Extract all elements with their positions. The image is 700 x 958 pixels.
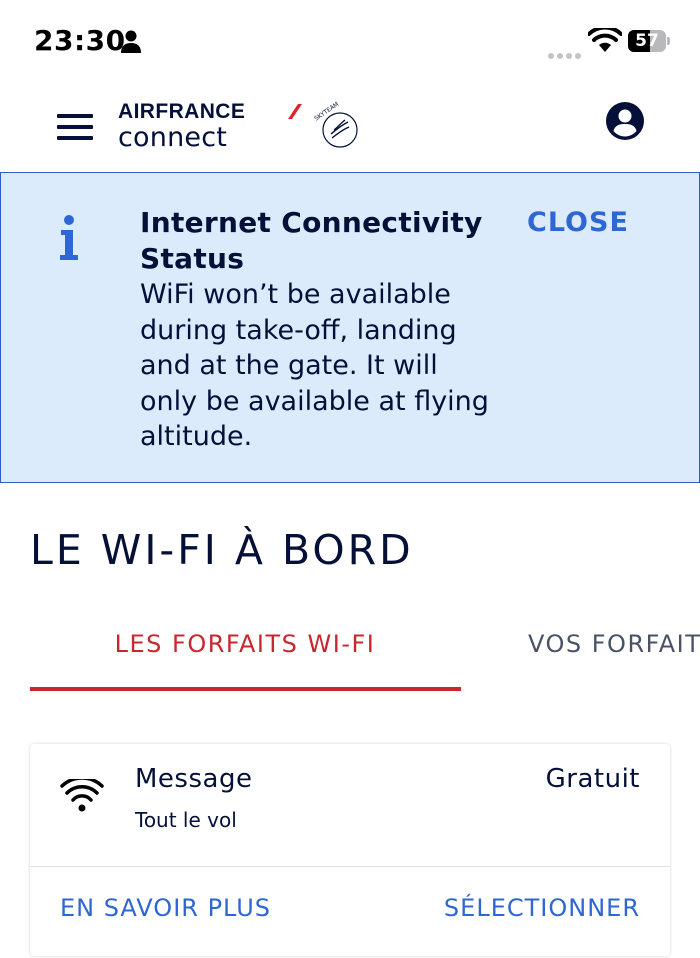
skyteam-logo: SKYTEAM xyxy=(313,101,358,148)
close-button[interactable]: CLOSE xyxy=(527,207,629,238)
banner-message: WiFi won’t be available during take-off,… xyxy=(140,279,489,452)
select-button[interactable]: SÉLECTIONNER xyxy=(444,894,640,922)
airfrance-connect-logo: AIRFRANCE connect xyxy=(118,100,302,153)
connectivity-status-banner: Internet Connectivity Status WiFi won’t … xyxy=(0,172,700,483)
wifi-icon xyxy=(60,779,104,812)
offer-duration: Tout le vol xyxy=(135,808,237,832)
person-icon xyxy=(121,30,141,53)
active-tab-indicator xyxy=(30,687,461,691)
brand-airfrance: AIRFRANCE xyxy=(118,100,246,123)
airfrance-slash-icon xyxy=(288,104,302,119)
offer-card: Message Tout le vol Gratuit EN SAVOIR PL… xyxy=(30,744,670,956)
app-header: AIRFRANCE connect SKYTEAM xyxy=(0,80,700,172)
banner-title: Internet Connectivity Status xyxy=(140,206,483,275)
tab-your-plans[interactable]: VOS FORFAITS xyxy=(528,622,700,688)
tab-wifi-plans[interactable]: LES FORFAITS WI-FI xyxy=(30,622,460,688)
battery-icon: 57 xyxy=(628,30,672,54)
status-bar: 23:30 57 xyxy=(0,0,700,80)
account-icon[interactable] xyxy=(605,101,645,141)
battery-percentage: 57 xyxy=(635,31,659,51)
brand-connect: connect xyxy=(118,122,228,153)
signal-icon xyxy=(548,44,584,63)
menu-icon[interactable] xyxy=(57,114,93,140)
page-title: LE WI-FI À BORD xyxy=(30,526,414,574)
offer-name: Message xyxy=(135,764,253,794)
status-time: 23:30 xyxy=(34,24,126,57)
card-divider xyxy=(30,866,670,867)
offer-price: Gratuit xyxy=(545,764,640,794)
learn-more-button[interactable]: EN SAVOIR PLUS xyxy=(60,894,271,922)
wifi-icon xyxy=(588,28,622,52)
info-icon xyxy=(60,215,78,260)
